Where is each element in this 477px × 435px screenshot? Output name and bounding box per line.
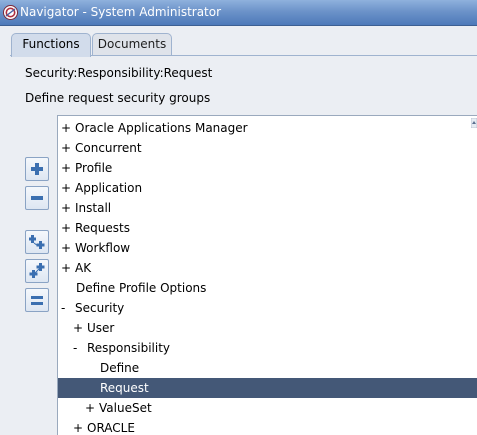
tree-item-label: Profile xyxy=(75,161,113,175)
tree-item[interactable]: Request xyxy=(58,378,477,398)
tree-item[interactable]: + Workflow xyxy=(58,238,477,258)
collapse-button[interactable] xyxy=(25,186,49,210)
tree-item[interactable]: + Concurrent xyxy=(58,138,477,158)
tree-item-label: AK xyxy=(75,261,92,275)
window-title: Navigator - System Administrator xyxy=(20,5,222,19)
expand-branch-button[interactable] xyxy=(25,230,49,254)
function-tree[interactable]: + Oracle Applications Manager + Concurrent +… xyxy=(57,115,477,435)
tab-functions[interactable]: Functions xyxy=(11,33,91,57)
tree-item-label: Concurrent xyxy=(75,141,142,155)
tree-item[interactable]: + AK xyxy=(58,258,477,278)
expand-toggle-icon[interactable]: + xyxy=(61,218,75,238)
tree-item[interactable]: + ValueSet xyxy=(58,398,477,418)
navigator-window: Navigator - System Administrator Functio… xyxy=(0,0,477,435)
tree-item[interactable]: - Security xyxy=(58,298,477,318)
expand-toggle-icon[interactable]: + xyxy=(61,198,75,218)
tree-item-label: Security xyxy=(75,301,125,315)
tree-item-label: ORACLE xyxy=(87,421,135,435)
tree-item-label: Oracle Applications Manager xyxy=(75,121,248,135)
title-bar[interactable]: Navigator - System Administrator xyxy=(0,0,477,26)
tree-item[interactable]: + ORACLE xyxy=(58,418,477,435)
expand-toggle-icon[interactable]: + xyxy=(73,318,87,338)
expand-branch-icon xyxy=(29,235,45,249)
collapse-all-icon xyxy=(31,296,43,305)
tree-item-label: User xyxy=(87,321,115,335)
expand-toggle-icon[interactable]: + xyxy=(73,418,87,435)
expand-toggle-icon[interactable]: + xyxy=(61,238,75,258)
tab-documents[interactable]: Documents xyxy=(92,33,172,56)
tree-item-label: Define Profile Options xyxy=(76,281,207,295)
tree-item[interactable]: + User xyxy=(58,318,477,338)
tree-item-label: Define xyxy=(100,361,140,375)
tree-item[interactable]: + Install xyxy=(58,198,477,218)
tree-item[interactable]: + Requests xyxy=(58,218,477,238)
tree-item-label: ValueSet xyxy=(99,401,152,415)
expand-toggle-icon[interactable]: + xyxy=(61,138,75,158)
tree-item-label: Application xyxy=(75,181,143,195)
function-path: Security:Responsibility:Request xyxy=(25,66,213,80)
tree-item[interactable]: Define Profile Options xyxy=(58,278,477,298)
expand-toggle-icon[interactable]: + xyxy=(61,158,75,178)
tab-strip: Functions Documents xyxy=(0,26,477,57)
collapse-toggle-icon[interactable]: - xyxy=(61,298,75,318)
plus-icon xyxy=(31,163,43,175)
oracle-app-icon xyxy=(3,5,18,20)
collapse-toggle-icon[interactable]: - xyxy=(73,338,87,358)
collapse-all-button[interactable] xyxy=(25,288,49,312)
minus-icon xyxy=(31,196,43,200)
tree-item[interactable]: + Application xyxy=(58,178,477,198)
tree-item[interactable]: + Profile xyxy=(58,158,477,178)
tree-item[interactable]: + Oracle Applications Manager xyxy=(58,118,477,138)
expand-button[interactable] xyxy=(25,157,49,181)
tree-item-label: Workflow xyxy=(75,241,131,255)
expand-toggle-icon[interactable]: + xyxy=(61,258,75,278)
expand-toggle-icon[interactable]: + xyxy=(61,178,75,198)
expand-all-button[interactable] xyxy=(25,259,49,283)
tree-item-label: Requests xyxy=(75,221,130,235)
function-description: Define request security groups xyxy=(25,91,211,105)
tree-item-label: Request xyxy=(100,381,149,395)
tree-item[interactable]: Define xyxy=(58,358,477,378)
tree-item-label: Install xyxy=(75,201,112,215)
expand-toggle-icon[interactable]: + xyxy=(61,118,75,138)
expand-toggle-icon[interactable]: + xyxy=(85,398,99,418)
tree-item-label: Responsibility xyxy=(87,341,171,355)
expand-all-icon xyxy=(29,263,45,278)
tree-item[interactable]: - Responsibility xyxy=(58,338,477,358)
